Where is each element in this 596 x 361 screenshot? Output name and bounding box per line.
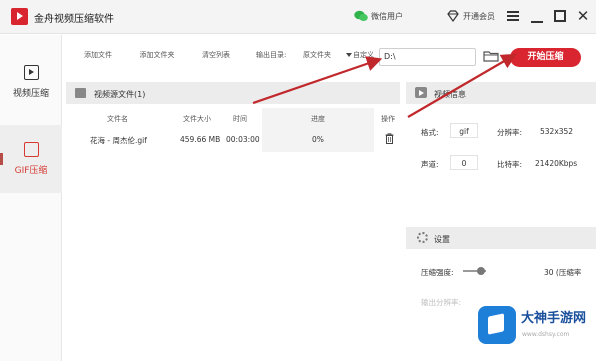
column-header-size: 文件大小 bbox=[183, 115, 211, 123]
video-play-icon bbox=[24, 65, 39, 80]
output-dir-label: 输出目录: bbox=[256, 51, 287, 59]
app-logo-icon bbox=[11, 8, 28, 25]
bitrate-label: 比特率: bbox=[497, 160, 523, 169]
format-label: 格式: bbox=[421, 128, 439, 137]
app-title: 金舟视频压缩软件 bbox=[34, 14, 114, 25]
trash-icon[interactable] bbox=[385, 133, 394, 144]
format-field: gif bbox=[450, 123, 478, 138]
menu-icon[interactable] bbox=[505, 8, 521, 24]
compress-strength-value: 30 (压缩率 bbox=[544, 268, 582, 277]
wechat-icon[interactable] bbox=[354, 10, 368, 22]
column-header-action: 操作 bbox=[381, 115, 395, 123]
clear-list-button[interactable]: 清空列表 bbox=[197, 48, 235, 63]
vip-label[interactable]: 开通会员 bbox=[463, 11, 495, 22]
settings-header: 设置 bbox=[406, 227, 596, 249]
resolution-value: 532x352 bbox=[540, 127, 574, 136]
bitrate-value: 21420Kbps bbox=[535, 159, 578, 168]
output-path-input[interactable]: D:\ bbox=[379, 48, 476, 66]
watermark-url: www.dshsy.com bbox=[522, 331, 570, 338]
video-info-title: 视频信息 bbox=[434, 90, 466, 99]
folder-icon[interactable] bbox=[483, 50, 499, 62]
resolution-label: 分辨率: bbox=[497, 128, 523, 137]
column-header-time: 时间 bbox=[233, 115, 247, 123]
gif-image-icon bbox=[24, 142, 39, 157]
custom-dir-label[interactable]: 自定义 bbox=[353, 50, 374, 60]
settings-title: 设置 bbox=[434, 235, 450, 244]
title-bar: 金舟视频压缩软件 微信用户 开通会员 ✕ bbox=[0, 0, 596, 34]
compress-strength-label: 压缩强度: bbox=[421, 268, 454, 277]
sidebar: 视频压缩 GIF压缩 bbox=[0, 35, 62, 361]
chevron-down-icon[interactable] bbox=[346, 53, 352, 57]
sidebar-item-label: GIF压缩 bbox=[14, 166, 48, 176]
sidebar-item-video-compress[interactable]: 视频压缩 bbox=[0, 53, 62, 113]
video-info-icon bbox=[415, 87, 427, 98]
output-dir-select[interactable]: 原文件夹 bbox=[299, 47, 353, 64]
toolbar: 添加文件 添加文件夹 清空列表 输出目录: 原文件夹 自定义 D:\ 开始压缩 bbox=[63, 35, 596, 79]
file-size-cell: 459.66 MB bbox=[180, 135, 221, 144]
add-file-button[interactable]: 添加文件 bbox=[79, 48, 117, 63]
minimize-icon[interactable] bbox=[529, 8, 545, 24]
watermark-logo-icon bbox=[478, 306, 516, 344]
video-info-header: 视频信息 bbox=[406, 82, 596, 104]
app-window: 金舟视频压缩软件 微信用户 开通会员 ✕ 视频压缩 GIF压缩 添加文件 添加文… bbox=[0, 0, 596, 361]
add-folder-button[interactable]: 添加文件夹 bbox=[134, 48, 180, 63]
column-header-progress: 进度 bbox=[311, 115, 325, 123]
sidebar-item-gif-compress[interactable]: GIF压缩 bbox=[0, 125, 62, 193]
gear-icon bbox=[417, 232, 428, 243]
file-list-header: 视频源文件(1) bbox=[66, 82, 400, 104]
watermark-title: 大神手游网 bbox=[521, 311, 587, 326]
file-list-icon bbox=[75, 88, 86, 98]
slider-handle[interactable] bbox=[477, 267, 485, 275]
sidebar-item-label: 视频压缩 bbox=[12, 89, 49, 99]
file-list-title: 视频源文件(1) bbox=[94, 90, 146, 99]
column-header-name: 文件名 bbox=[107, 115, 128, 123]
file-progress-cell: 0% bbox=[312, 135, 324, 144]
channels-field: 0 bbox=[450, 155, 478, 170]
channels-label: 声道: bbox=[421, 160, 439, 169]
user-name-label[interactable]: 微信用户 bbox=[371, 11, 403, 22]
maximize-icon[interactable] bbox=[552, 8, 568, 24]
diamond-icon[interactable] bbox=[446, 9, 460, 23]
output-resolution-label: 输出分辨率: bbox=[421, 298, 462, 307]
file-name-cell: 花海 - 周杰伦.gif bbox=[90, 136, 147, 145]
file-time-cell: 00:03:00 bbox=[226, 135, 260, 144]
close-icon[interactable]: ✕ bbox=[575, 8, 591, 24]
window-edge-marker bbox=[0, 153, 3, 165]
start-compress-button[interactable]: 开始压缩 bbox=[510, 48, 581, 67]
table-row[interactable]: 花海 - 周杰伦.gif 459.66 MB 00:03:00 0% bbox=[66, 128, 400, 150]
